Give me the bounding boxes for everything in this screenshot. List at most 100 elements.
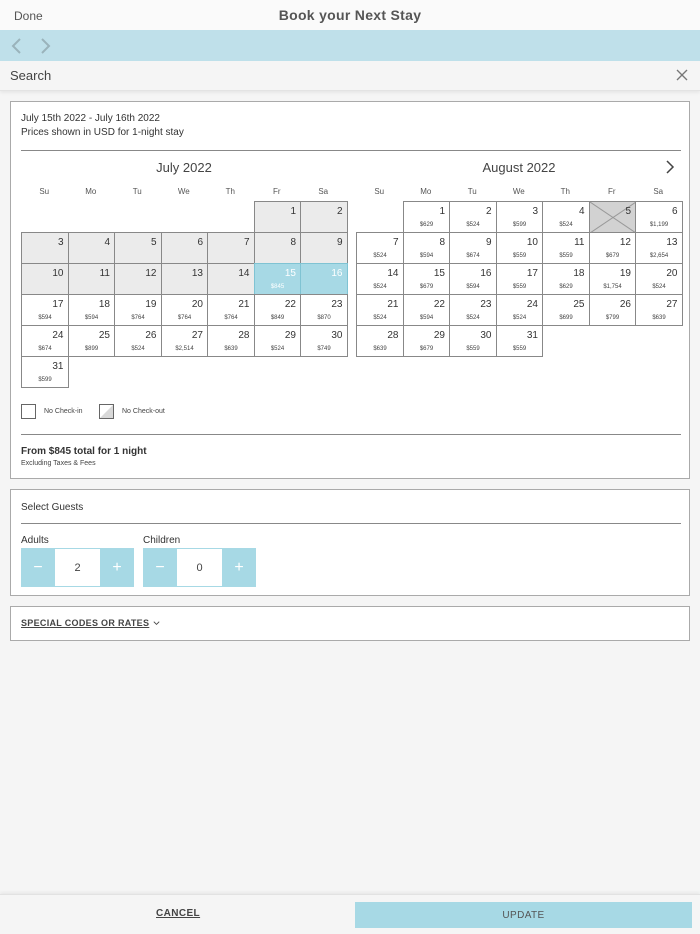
calendar-day[interactable]: 28 $639 [207, 325, 255, 357]
day-price: $524 [131, 346, 145, 352]
day-price: $599 [38, 377, 52, 383]
calendar-day[interactable]: 25 $699 [542, 294, 590, 326]
day-number: 24 [526, 299, 538, 310]
calendar-day[interactable]: 9 $674 [449, 232, 497, 264]
calendar-day[interactable]: 21 $524 [356, 294, 404, 326]
day-number: 9 [336, 237, 343, 248]
children-value[interactable]: 0 [177, 548, 222, 587]
calendar-day[interactable]: 31 $599 [21, 356, 69, 388]
calendar-day[interactable]: 18 $629 [542, 263, 590, 295]
search-bar: Search [0, 61, 700, 91]
children-increment-button[interactable]: + [222, 548, 256, 587]
day-price: $594 [84, 315, 99, 321]
calendar-day[interactable]: 17 $594 [21, 294, 69, 326]
day-price: $764 [224, 315, 238, 321]
adults-value[interactable]: 2 [55, 548, 100, 587]
day-price: $594 [419, 315, 434, 321]
calendar-day[interactable]: 20 $764 [160, 294, 208, 326]
divider [21, 150, 681, 151]
calendar-day[interactable]: 26 $524 [114, 325, 162, 357]
calendar-day[interactable]: 23 $524 [449, 294, 497, 326]
special-codes-panel: SPECIAL CODES OR RATES [10, 606, 690, 641]
calendar-day[interactable]: 3 $599 [495, 201, 543, 233]
day-number: 6 [671, 206, 678, 217]
calendar-day[interactable]: 21 $764 [207, 294, 255, 326]
day-number: 1 [439, 206, 445, 217]
calendar-day[interactable]: 8 $594 [402, 232, 450, 264]
calendar-day[interactable]: 25 $899 [67, 325, 115, 357]
calendar-day[interactable]: 19 $1,754 [588, 263, 636, 295]
day-number: 25 [573, 299, 585, 310]
adults-increment-button[interactable]: + [100, 548, 134, 587]
calendar-day[interactable]: 28 $639 [356, 325, 404, 357]
day-number: 18 [573, 268, 585, 279]
calendar-day[interactable]: 20 $524 [635, 263, 683, 295]
calendar-day[interactable]: 16 $594 [449, 263, 497, 295]
day-number: 9 [485, 237, 492, 248]
day-price: $594 [419, 253, 434, 259]
day-price: $524 [373, 253, 387, 259]
day-number: 18 [98, 299, 110, 310]
search-label[interactable]: Search [10, 68, 51, 83]
weekday-label: We [177, 187, 190, 196]
calendar-day[interactable]: 26 $799 [588, 294, 636, 326]
next-month-button[interactable] [661, 158, 679, 176]
calendar-day[interactable]: 27 $2,514 [160, 325, 208, 357]
calendar-day[interactable]: 17 $559 [495, 263, 543, 295]
guests-panel: Select Guests Adults − 2 + Children − 0 … [10, 489, 690, 596]
day-price: $679 [419, 346, 434, 352]
legend-label: No Check-in [44, 408, 83, 415]
calendar-day[interactable]: 15 $679 [402, 263, 450, 295]
weekday-label: Fr [272, 187, 281, 196]
calendar-day[interactable]: 27 $639 [635, 294, 683, 326]
back-button[interactable] [7, 36, 27, 56]
adults-decrement-button[interactable]: − [21, 548, 55, 587]
calendar-day[interactable]: 24 $524 [495, 294, 543, 326]
no-checkout-swatch [99, 404, 114, 419]
calendar-day[interactable]: 30 $559 [449, 325, 497, 357]
day-number: 21 [387, 299, 399, 310]
calendar-day[interactable]: 19 $764 [114, 294, 162, 326]
calendar-day[interactable]: 6 $1,199 [635, 201, 683, 233]
cancel-button[interactable]: CANCEL [156, 908, 200, 919]
calendar-day[interactable]: 1 $629 [402, 201, 450, 233]
update-button[interactable]: UPDATE [355, 902, 692, 928]
calendar-day[interactable]: 31 $559 [495, 325, 543, 357]
day-number: 6 [197, 237, 203, 248]
calendar-day[interactable]: 22 $849 [253, 294, 301, 326]
day-number: 8 [439, 237, 445, 248]
legend-label: No Check-out [122, 408, 165, 415]
calendar-day: 6 [160, 232, 208, 264]
calendar-day[interactable]: 14 $524 [356, 263, 404, 295]
day-number: 29 [433, 330, 445, 341]
close-button[interactable] [675, 68, 689, 82]
calendar-day[interactable]: 22 $594 [402, 294, 450, 326]
calendar-day[interactable]: 16 [300, 263, 348, 295]
day-number: 15 [284, 268, 296, 279]
calendar-day[interactable]: 23 $870 [300, 294, 348, 326]
calendar-day[interactable]: 29 $524 [253, 325, 301, 357]
calendar-day[interactable]: 18 $594 [67, 294, 115, 326]
day-number: 20 [666, 268, 678, 279]
children-decrement-button[interactable]: − [143, 548, 177, 587]
calendar-day: 14 [207, 263, 255, 295]
calendar-day[interactable]: 4 $524 [542, 201, 590, 233]
calendar-day[interactable]: 15 $845 [253, 263, 301, 295]
day-number: 2 [485, 206, 492, 217]
day-number: 22 [284, 299, 296, 310]
day-price: $629 [419, 222, 434, 228]
special-codes-toggle[interactable]: SPECIAL CODES OR RATES [21, 618, 161, 628]
forward-button[interactable] [35, 36, 55, 56]
chevron-right-icon [666, 160, 675, 174]
calendar-day[interactable]: 29 $679 [402, 325, 450, 357]
weekday-label: Sa [653, 187, 664, 196]
calendar-day[interactable]: 11 $559 [542, 232, 590, 264]
calendar-day[interactable]: 30 $749 [300, 325, 348, 357]
calendar-day[interactable]: 10 $559 [495, 232, 543, 264]
calendar-day[interactable]: 2 $524 [449, 201, 497, 233]
calendar-day[interactable]: 24 $674 [21, 325, 69, 357]
calendar-day[interactable]: 12 $679 [588, 232, 636, 264]
calendar-day[interactable]: 13 $2,654 [635, 232, 683, 264]
calendar-day[interactable]: 7 $524 [356, 232, 404, 264]
day-number: 13 [666, 237, 678, 248]
